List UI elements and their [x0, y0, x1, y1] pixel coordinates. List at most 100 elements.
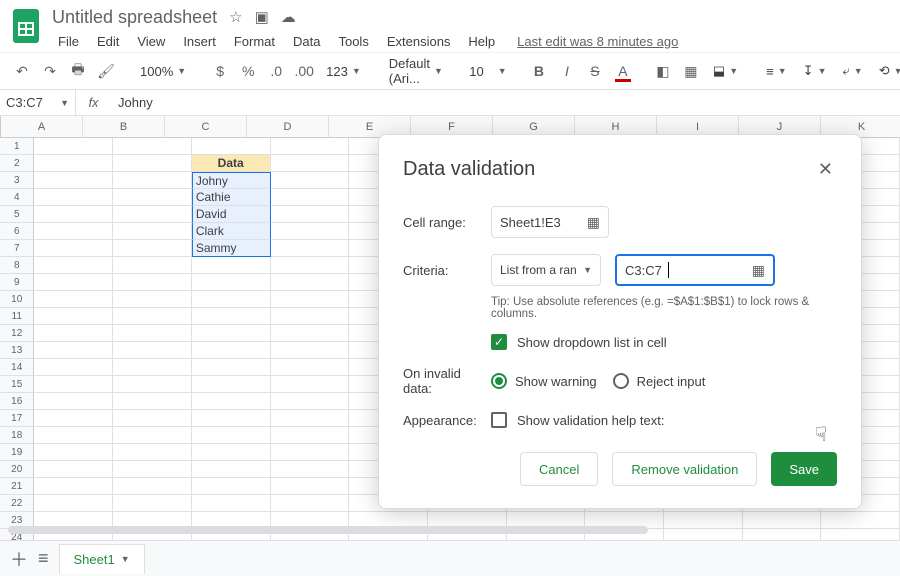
cell[interactable] [113, 138, 192, 155]
col-header[interactable]: B [83, 116, 165, 137]
row-header[interactable]: 20 [0, 461, 34, 478]
cell[interactable] [192, 410, 271, 427]
cell[interactable] [113, 223, 192, 240]
currency-icon[interactable]: $ [208, 58, 232, 84]
cell[interactable] [34, 189, 113, 206]
paint-format-icon[interactable]: 🖌 [94, 58, 118, 84]
add-sheet-icon[interactable]: ＋ [10, 546, 28, 572]
show-help-checkbox[interactable] [491, 412, 507, 428]
save-button[interactable]: Save [771, 452, 837, 486]
cell[interactable] [271, 393, 350, 410]
cell[interactable] [271, 461, 350, 478]
doc-title[interactable]: Untitled spreadsheet [52, 7, 217, 28]
cell[interactable] [34, 376, 113, 393]
cell[interactable] [113, 172, 192, 189]
cell[interactable] [192, 427, 271, 444]
cell[interactable] [113, 155, 192, 172]
cell[interactable] [192, 444, 271, 461]
cell[interactable] [271, 308, 350, 325]
row-header[interactable]: 1 [0, 138, 34, 155]
cell[interactable] [271, 478, 350, 495]
cell[interactable] [113, 325, 192, 342]
font-size-select[interactable]: 10▼ [465, 58, 511, 84]
cell-range-input[interactable]: Sheet1!E3 ▦ [491, 206, 609, 238]
remove-validation-button[interactable]: Remove validation [612, 452, 757, 486]
cell[interactable] [271, 155, 350, 172]
star-icon[interactable]: ☆ [229, 8, 242, 26]
dec-more-icon[interactable]: .00 [292, 58, 316, 84]
all-sheets-icon[interactable]: ≡ [38, 548, 49, 569]
menu-data[interactable]: Data [287, 32, 326, 51]
cell[interactable] [113, 495, 192, 512]
menu-tools[interactable]: Tools [332, 32, 374, 51]
name-box[interactable]: C3:C7▼ [0, 90, 76, 115]
sheet-tab[interactable]: Sheet1▼ [59, 544, 145, 574]
criteria-type-select[interactable]: List from a range▼ [491, 254, 601, 286]
row-header[interactable]: 14 [0, 359, 34, 376]
cell[interactable] [34, 274, 113, 291]
cell[interactable] [271, 257, 350, 274]
valign-icon[interactable]: ↧▼ [797, 58, 833, 84]
cell[interactable] [113, 393, 192, 410]
row-header[interactable]: 9 [0, 274, 34, 291]
cell[interactable] [192, 274, 271, 291]
cell[interactable] [192, 461, 271, 478]
col-header[interactable]: C [165, 116, 247, 137]
cell[interactable] [192, 325, 271, 342]
cell[interactable] [113, 444, 192, 461]
cell[interactable] [113, 342, 192, 359]
menu-insert[interactable]: Insert [177, 32, 222, 51]
cell[interactable] [34, 138, 113, 155]
row-header[interactable]: 10 [0, 291, 34, 308]
cell[interactable] [34, 206, 113, 223]
row-header[interactable]: 13 [0, 342, 34, 359]
cell[interactable] [34, 410, 113, 427]
cell[interactable] [271, 223, 350, 240]
cell[interactable] [113, 240, 192, 257]
redo-icon[interactable]: ↷ [38, 58, 62, 84]
cell[interactable] [192, 376, 271, 393]
cell[interactable] [34, 427, 113, 444]
cell[interactable] [271, 410, 350, 427]
cell[interactable] [271, 495, 350, 512]
close-icon[interactable]: ✕ [814, 155, 837, 184]
cell[interactable] [664, 512, 743, 529]
cell[interactable] [192, 478, 271, 495]
cell[interactable] [271, 240, 350, 257]
cell[interactable] [34, 223, 113, 240]
cell[interactable] [113, 376, 192, 393]
cell[interactable] [113, 478, 192, 495]
menu-file[interactable]: File [52, 32, 85, 51]
menu-extensions[interactable]: Extensions [381, 32, 457, 51]
menu-help[interactable]: Help [462, 32, 501, 51]
cell[interactable] [34, 478, 113, 495]
dec-less-icon[interactable]: .0 [264, 58, 288, 84]
wrap-icon[interactable]: ⤶▼ [836, 58, 868, 84]
cancel-button[interactable]: Cancel [520, 452, 598, 486]
text-color-icon[interactable]: A [611, 58, 635, 84]
strike-icon[interactable]: S [583, 58, 607, 84]
cell[interactable] [271, 274, 350, 291]
cell[interactable] [113, 427, 192, 444]
cell[interactable] [271, 291, 350, 308]
cell[interactable] [271, 172, 350, 189]
criteria-range-input[interactable]: C3:C7 ▦ [615, 254, 775, 286]
menu-view[interactable]: View [131, 32, 171, 51]
row-header[interactable]: 17 [0, 410, 34, 427]
col-header[interactable]: A [1, 116, 83, 137]
edit-history-link[interactable]: Last edit was 8 minutes ago [517, 34, 678, 49]
merge-icon[interactable]: ⬓▼ [707, 58, 744, 84]
cell[interactable] [192, 138, 271, 155]
cell[interactable] [192, 257, 271, 274]
cell[interactable] [34, 325, 113, 342]
print-icon[interactable]: 🖶 [66, 58, 90, 84]
row-header[interactable]: 2 [0, 155, 34, 172]
percent-icon[interactable]: % [236, 58, 260, 84]
grid-select-icon[interactable]: ▦ [587, 214, 600, 231]
menu-format[interactable]: Format [228, 32, 281, 51]
cell[interactable] [113, 308, 192, 325]
cell[interactable] [113, 274, 192, 291]
cell[interactable] [271, 359, 350, 376]
cell[interactable] [192, 495, 271, 512]
cloud-icon[interactable]: ☁ [281, 8, 296, 26]
